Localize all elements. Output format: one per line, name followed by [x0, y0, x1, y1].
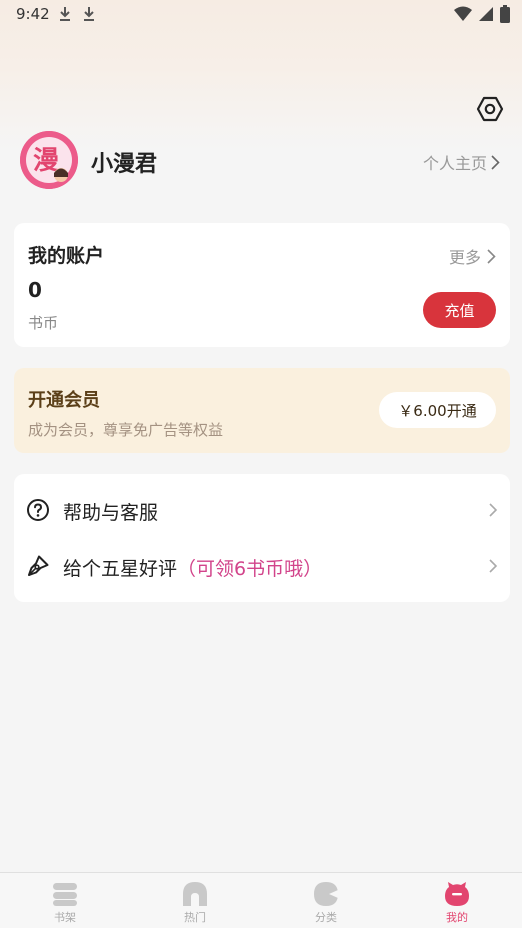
bookshelf-icon [53, 883, 77, 906]
vip-open-button[interactable]: ￥6.00开通 [379, 392, 496, 428]
username: 小漫君 [91, 152, 158, 177]
chevron-right-icon [489, 559, 498, 573]
signal-icon [479, 7, 493, 21]
account-card: 我的账户 更多 0 书币 充值 [14, 223, 510, 347]
tab-category-label: 分类 [315, 911, 337, 924]
chevron-right-icon [489, 503, 498, 517]
battery-icon [500, 5, 510, 23]
tab-mine[interactable]: 我的 [392, 873, 522, 928]
tab-bookshelf[interactable]: 书架 [0, 873, 130, 928]
vip-subtitle: 成为会员，尊享免广告等权益 [28, 421, 224, 439]
status-bar: 9:42 [0, 0, 522, 28]
tab-bookshelf-label: 书架 [54, 911, 76, 924]
vip-card[interactable]: 开通会员 成为会员，尊享免广告等权益 ￥6.00开通 [14, 368, 510, 453]
vip-title: 开通会员 [28, 390, 100, 411]
status-time: 9:42 [16, 5, 50, 23]
homepage-link[interactable]: 个人主页 [423, 150, 500, 174]
menu-card: 帮助与客服 给个五星好评（可领6书币哦） [14, 474, 510, 602]
rate-bonus-text: （可领6书币哦） [177, 558, 323, 580]
chevron-right-icon [487, 248, 496, 264]
account-more-label: 更多 [448, 248, 481, 267]
menu-item-help-label: 帮助与客服 [63, 502, 159, 524]
mine-icon [445, 882, 469, 906]
avatar[interactable]: 漫 [20, 131, 78, 189]
pen-icon [28, 555, 49, 576]
rate-label-text: 给个五星好评 [63, 558, 178, 580]
chevron-right-icon [491, 154, 500, 170]
profile-header: 漫 小漫君 个人主页 [20, 131, 510, 191]
bottom-tab-bar: 书架 热门 分类 我的 [0, 872, 522, 928]
tab-popular[interactable]: 热门 [130, 873, 260, 928]
coin-unit-label: 书币 [28, 314, 59, 332]
recharge-button[interactable]: 充值 [423, 292, 496, 328]
menu-item-rate-label: 给个五星好评（可领6书币哦） [63, 554, 322, 581]
homepage-link-label: 个人主页 [422, 154, 487, 173]
menu-item-rate[interactable]: 给个五星好评（可领6书币哦） [14, 539, 510, 593]
tab-category[interactable]: 分类 [261, 873, 391, 928]
wifi-icon [454, 6, 472, 21]
category-icon [314, 882, 338, 906]
download-icon [84, 7, 94, 21]
popular-icon [183, 882, 207, 906]
menu-item-help[interactable]: 帮助与客服 [14, 483, 510, 537]
tab-mine-label: 我的 [446, 911, 468, 924]
account-title: 我的账户 [28, 245, 105, 267]
coin-balance: 0 [28, 278, 42, 302]
tab-popular-label: 热门 [184, 911, 206, 924]
settings-icon[interactable] [476, 95, 504, 123]
help-icon [27, 499, 49, 521]
account-more-link[interactable]: 更多 [449, 244, 496, 268]
avatar-image: 漫 [20, 131, 78, 189]
download-icon [60, 7, 70, 21]
